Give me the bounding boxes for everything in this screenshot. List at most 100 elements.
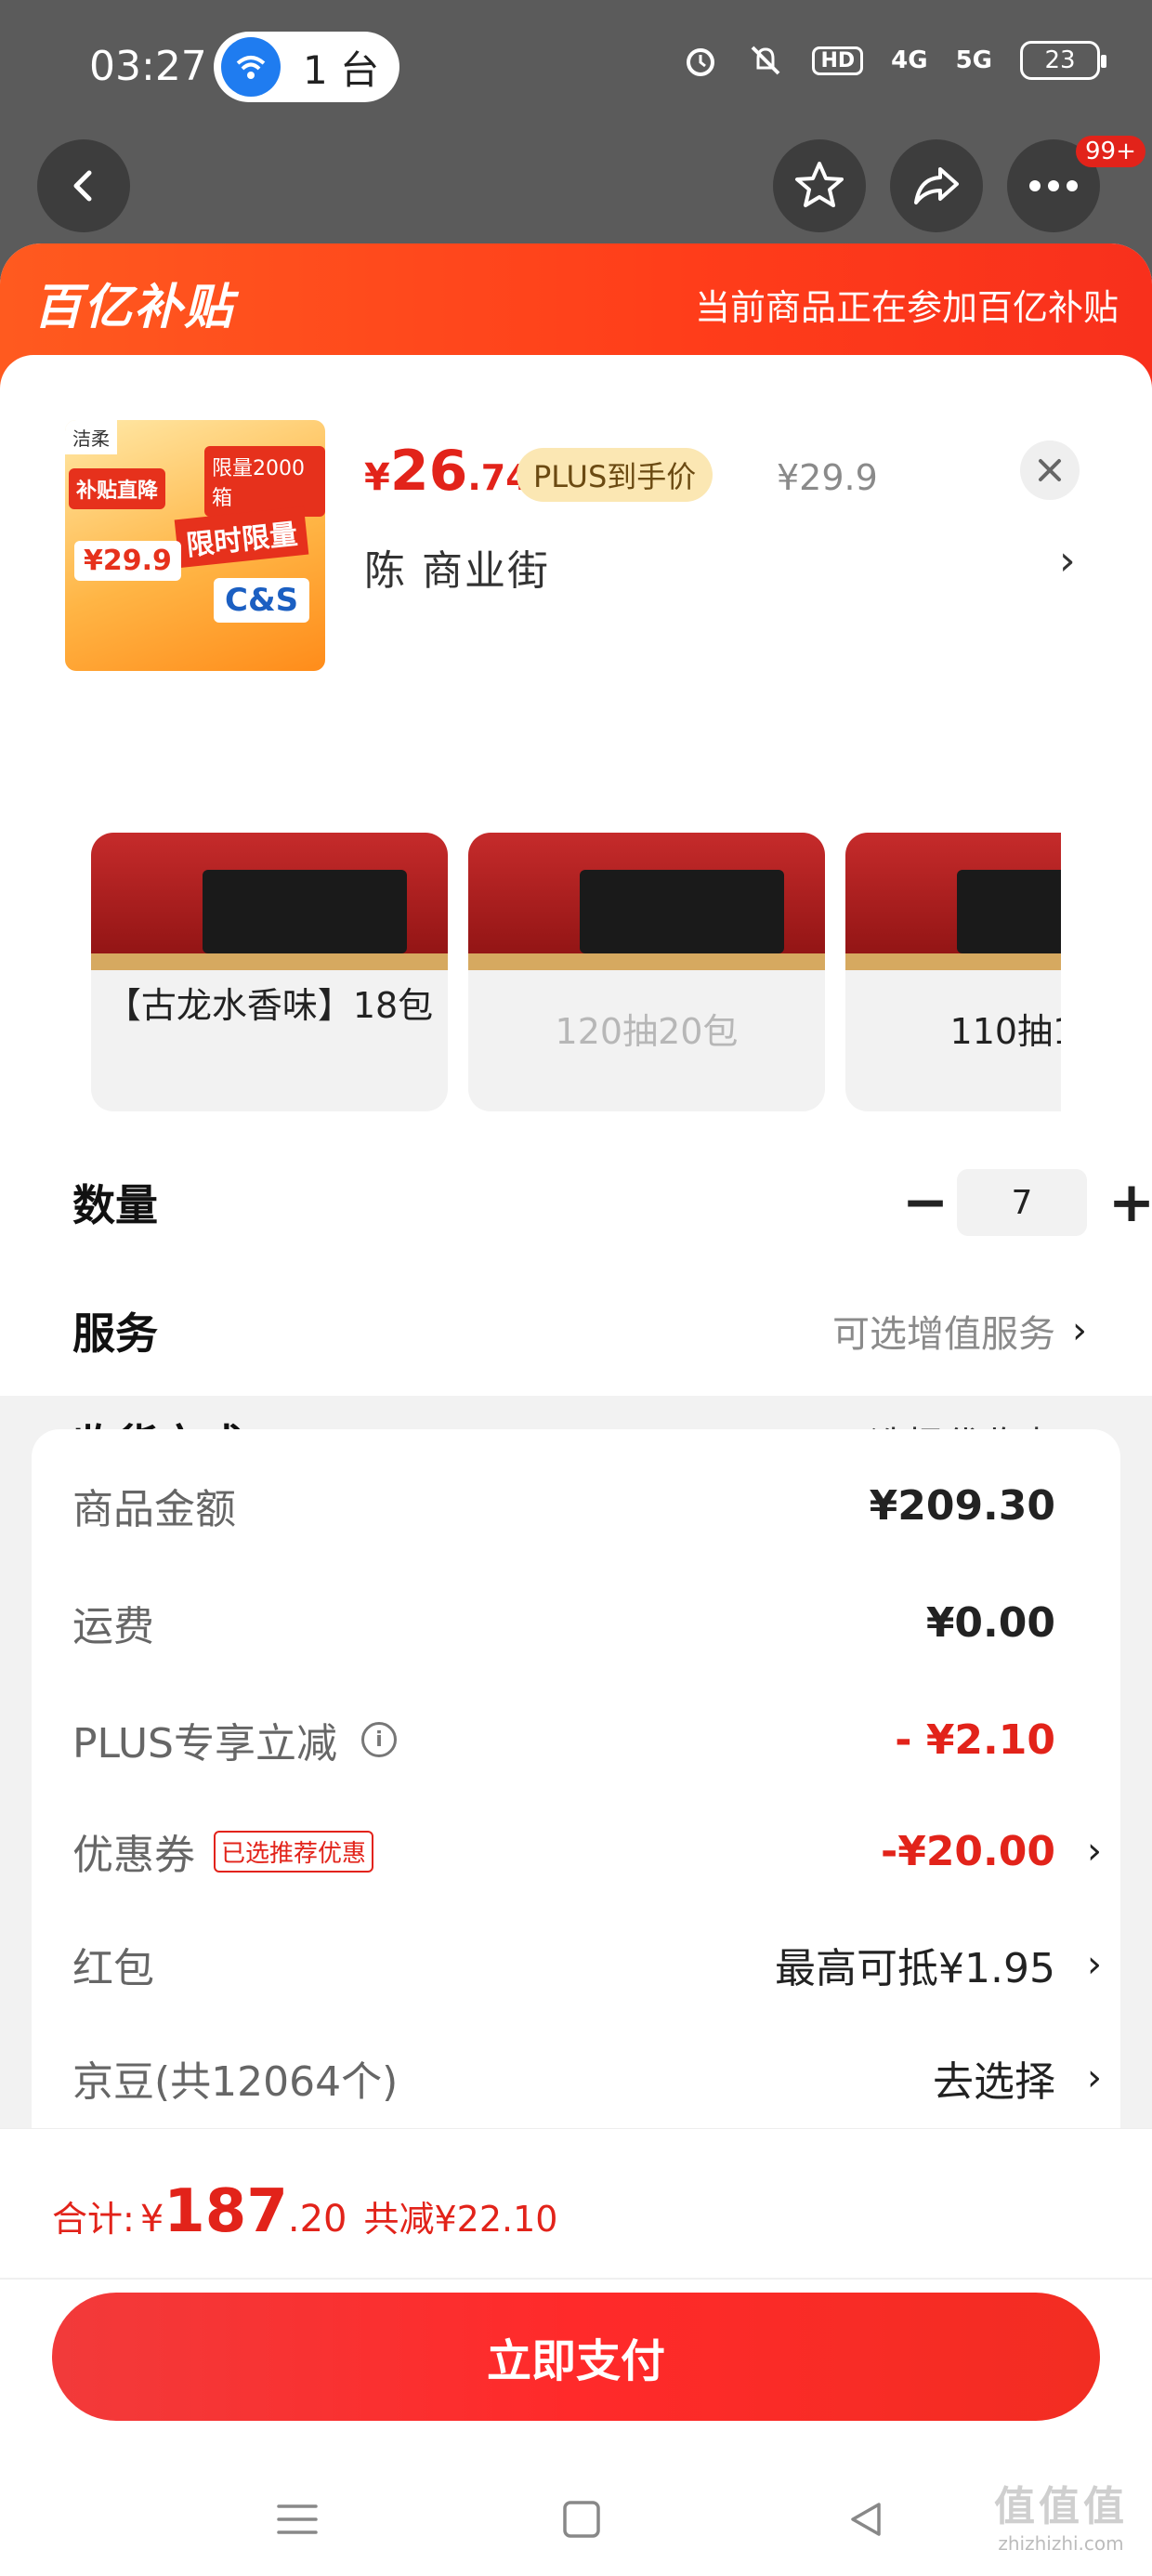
total-saved: 共减¥22.10	[363, 2199, 558, 2240]
thumb-brand-small: 洁柔	[65, 420, 117, 454]
jd-beans-label: 京豆(共12064个)	[72, 2058, 399, 2106]
thumb-subsidy: 补贴直降	[69, 468, 166, 509]
shipping-row: 运费 ¥0.00	[72, 1585, 1106, 1660]
close-button[interactable]	[1020, 440, 1080, 500]
pay-now-button[interactable]: 立即支付	[52, 2293, 1100, 2421]
favorite-button[interactable]	[773, 139, 866, 232]
shipping-value: ¥0.00	[925, 1598, 1055, 1647]
original-price: ¥29.9	[777, 457, 878, 498]
more-icon	[1029, 180, 1078, 191]
share-button[interactable]	[890, 139, 983, 232]
promo-text: 当前商品正在参加百亿补贴	[694, 287, 1119, 328]
checkout-bar: 合计: ¥ 187 .20 共减¥22.10 立即支付 值值值 zhizhizh…	[0, 2128, 1152, 2576]
mute-icon	[747, 42, 784, 79]
variant-option-3[interactable]: 110抽18	[845, 833, 1061, 1111]
chevron-left-icon	[73, 170, 92, 202]
variant-label: 110抽18	[949, 1011, 1061, 1052]
menu-icon	[277, 2504, 318, 2534]
plus-discount-row: PLUS专享立减 i - ¥2.10	[72, 1702, 1106, 1777]
chevron-right-icon: ›	[1087, 1830, 1102, 1873]
hotspot-indicator[interactable]: 1 台	[214, 32, 399, 102]
watermark: 值值值 zhizhizhi.com	[994, 2473, 1128, 2555]
info-icon[interactable]: i	[361, 1722, 397, 1757]
quantity-input[interactable]: 7	[957, 1169, 1087, 1236]
menu-nav-button[interactable]	[269, 2491, 325, 2547]
jd-beans-value: 去选择	[933, 2058, 1055, 2106]
variant-image	[91, 833, 448, 970]
shipping-label: 运费	[72, 1603, 154, 1650]
watermark-url: zhizhizhi.com	[998, 2532, 1124, 2555]
thumb-brand: C&S	[214, 578, 310, 623]
back-nav-button[interactable]	[838, 2491, 894, 2547]
product-price: ¥ 26 .74	[364, 439, 530, 504]
delivery-address[interactable]: 陈 商业街	[364, 537, 550, 597]
quantity-increment-button[interactable]: +	[1104, 1165, 1152, 1240]
network-4g: 4G	[891, 46, 928, 74]
quantity-row: 数量 − 7 +	[72, 1165, 1152, 1240]
variant-image	[845, 833, 1061, 970]
home-nav-button[interactable]	[554, 2491, 609, 2547]
status-icons: HD 4G 5G 23	[682, 41, 1106, 80]
goods-amount-row: 商品金额 ¥209.30	[72, 1468, 1106, 1543]
service-row[interactable]: 服务 可选增值服务 ›	[72, 1294, 1087, 1368]
plus-price-tag: PLUS到手价	[517, 448, 713, 502]
alarm-icon	[682, 42, 719, 79]
coupon-label: 优惠券	[72, 1832, 195, 1879]
coupon-row[interactable]: 优惠券 已选推荐优惠 -¥20.00 ›	[72, 1814, 1106, 1888]
service-value: 可选增值服务	[832, 1313, 1055, 1356]
variant-option-2[interactable]: 120抽20包	[468, 833, 825, 1111]
hotspot-icon	[221, 37, 281, 97]
watermark-logo: 值值值	[994, 2483, 1128, 2530]
total-integer: 187	[164, 2177, 288, 2246]
status-bar: 03:27 1 台 HD 4G 5G 23	[0, 0, 1152, 139]
redpacket-row[interactable]: 红包 最高可抵¥1.95 ›	[72, 1927, 1106, 2002]
variant-image	[468, 833, 825, 970]
back-button[interactable]	[37, 139, 130, 232]
variant-option-1[interactable]: 【古龙水香味】18包	[91, 833, 448, 1111]
chevron-right-icon: ›	[1087, 1943, 1102, 1986]
redpacket-value: 最高可抵¥1.95	[775, 1945, 1055, 1992]
price-currency: ¥	[364, 456, 390, 499]
message-badge: 99+	[1076, 136, 1145, 167]
total-label: 合计:	[52, 2199, 135, 2240]
share-icon	[914, 167, 959, 204]
battery-icon: 23	[1020, 41, 1106, 80]
chevron-right-icon: ›	[1087, 2057, 1102, 2099]
total-summary: 合计: ¥ 187 .20 共减¥22.10	[52, 2177, 557, 2246]
total-currency: ¥	[139, 2198, 164, 2241]
close-icon	[1039, 459, 1061, 481]
status-time: 03:27	[89, 43, 207, 90]
variant-list[interactable]: 【古龙水香味】18包 120抽20包 110抽18	[91, 833, 1061, 1111]
hotspot-count: 1 台	[303, 46, 380, 93]
cost-breakdown: 商品金额 ¥209.30 运费 ¥0.00 PLUS专享立减 i - ¥2.10…	[32, 1429, 1120, 2173]
product-thumbnail[interactable]: 洁柔 补贴直降 限量2000箱 限时限量 ¥29.9 C&S	[65, 420, 325, 671]
thumb-limited-tag: 限量2000箱	[204, 446, 325, 517]
goods-amount-value: ¥209.30	[869, 1481, 1055, 1530]
service-label: 服务	[72, 1308, 158, 1359]
plus-discount-value: - ¥2.10	[895, 1715, 1055, 1764]
system-nav-bar: 值值值 zhizhizhi.com	[0, 2473, 1152, 2566]
quantity-label: 数量	[72, 1180, 158, 1230]
chevron-right-icon: ›	[1072, 1309, 1087, 1352]
product-card: 洁柔 补贴直降 限量2000箱 限时限量 ¥29.9 C&S ¥ 26 .74 …	[0, 355, 1152, 1470]
total-decimal: .20	[287, 2198, 347, 2241]
coupon-tag: 已选推荐优惠	[214, 1830, 374, 1873]
network-5g: 5G	[955, 46, 992, 74]
goods-amount-label: 商品金额	[72, 1486, 236, 1533]
promo-logo: 百亿补贴	[33, 280, 235, 335]
coupon-value: -¥20.00	[880, 1827, 1055, 1875]
star-icon	[795, 162, 844, 207]
hd-badge: HD	[812, 46, 864, 75]
variant-label: 120抽20包	[555, 1011, 739, 1052]
quantity-decrement-button[interactable]: −	[897, 1165, 953, 1240]
jd-beans-row[interactable]: 京豆(共12064个) 去选择 ›	[72, 2041, 1106, 2115]
thumb-price-tag: ¥29.9	[74, 541, 181, 581]
home-square-icon	[563, 2501, 600, 2538]
thumb-limited: 限时限量	[174, 506, 309, 569]
price-integer: 26	[389, 439, 468, 504]
back-triangle-icon	[851, 2503, 881, 2536]
divider	[0, 2278, 1152, 2280]
redpacket-label: 红包	[72, 1945, 154, 1992]
address-chevron-icon[interactable]: ›	[1059, 537, 1076, 585]
plus-discount-label: PLUS专享立减	[72, 1720, 337, 1768]
